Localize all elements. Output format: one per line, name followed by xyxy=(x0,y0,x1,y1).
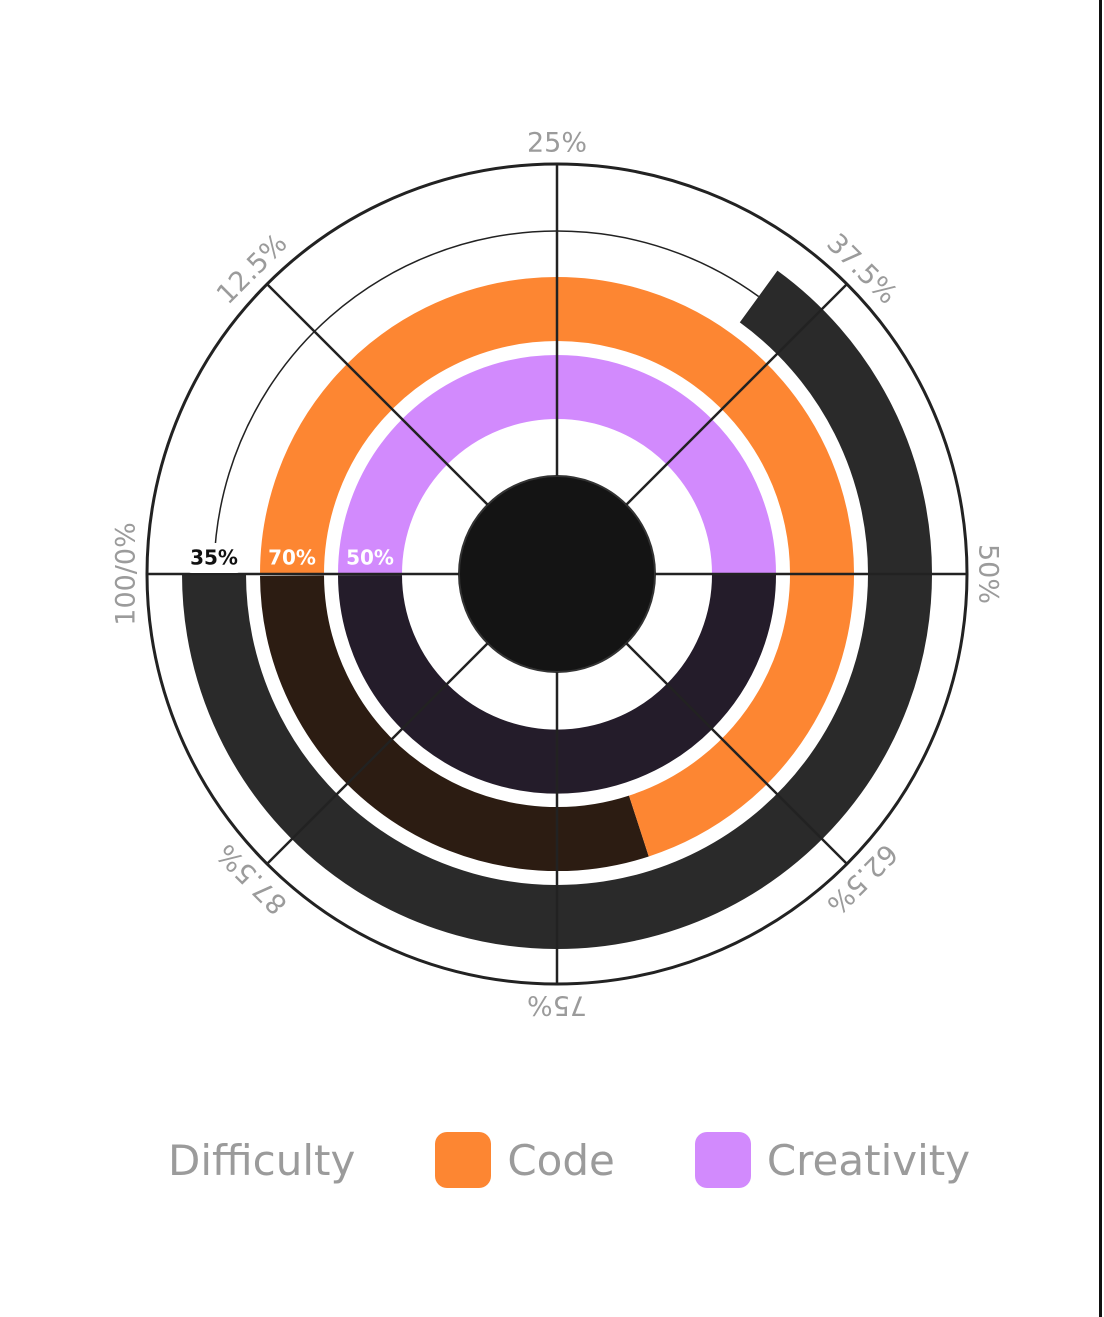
legend-swatch-creativity xyxy=(694,1132,751,1188)
legend-item-difficulty: Difficulty xyxy=(168,1128,355,1192)
axis-label: 75% xyxy=(527,990,587,1021)
axis-label: 100/0% xyxy=(111,522,142,625)
radial-bar-chart: 25%37.5%50%62.5%75%87.5%100/0%12.5%35% 70… xyxy=(111,128,1004,1021)
value-label-code: 70% xyxy=(268,546,316,570)
value-label-difficulty: 35% xyxy=(190,546,238,570)
legend-label-code: Code xyxy=(507,1135,615,1185)
legend-label-creativity: Creativity xyxy=(766,1135,971,1185)
center-disc xyxy=(458,475,656,673)
axis-label: 25% xyxy=(527,128,587,159)
axis-label: 50% xyxy=(973,544,1004,604)
legend-swatch-code xyxy=(435,1132,492,1188)
legend-item-code: Code xyxy=(435,1128,615,1192)
legend-item-creativity: Creativity xyxy=(694,1128,971,1192)
legend-label-difficulty: Difficulty xyxy=(168,1135,356,1185)
legend: Difficulty Code Creativity xyxy=(168,1128,970,1192)
value-label-creativity: 50% xyxy=(346,546,394,570)
